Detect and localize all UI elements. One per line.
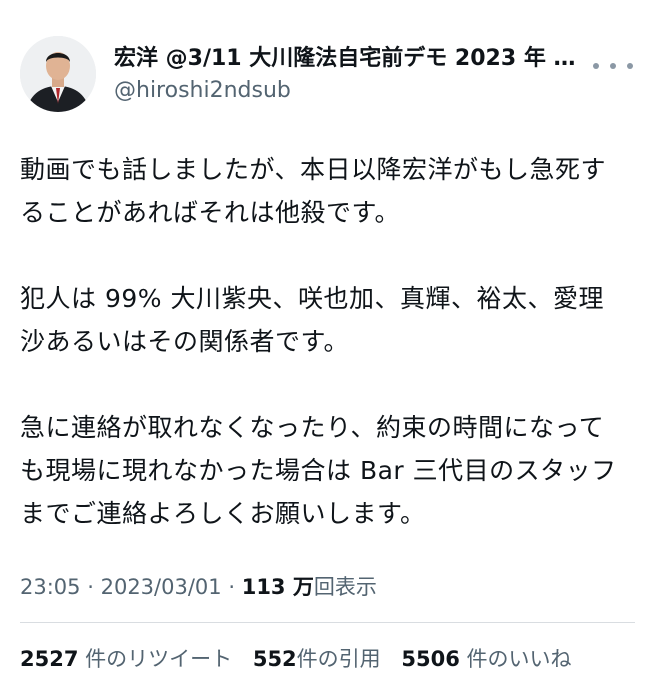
likes-label: 件のいいね (466, 647, 572, 671)
display-name[interactable]: 宏洋 @3/11 大川隆法自宅前デモ 2023 年 4... (114, 44, 584, 74)
tweet-line: 動画でも話しましたが、本日以降宏洋がもし急死す (20, 155, 607, 184)
tweet-card: 宏洋 @3/11 大川隆法自宅前デモ 2023 年 4... @hiroshi2… (0, 0, 655, 686)
more-dot (610, 63, 616, 69)
more-dot (593, 63, 599, 69)
tweet-paragraph: 急に連絡が取れなくなったり、約束の時間になって も現場に現れなかった場合は Ba… (20, 406, 640, 535)
quotes-stat[interactable]: 552件の引用 (253, 647, 381, 671)
handle[interactable]: @hiroshi2ndsub (114, 76, 584, 106)
tweet-time[interactable]: 23:05 (20, 575, 81, 599)
tweet-line: 急に連絡が取れなくなったり、約束の時間になって (20, 413, 605, 442)
engagement-stats: 2527 件のリツイート 552件の引用 5506 件のいいね (20, 644, 586, 674)
tweet-line: までご連絡よろしくお願いします。 (20, 499, 426, 528)
tweet-line: も現場に現れなかった場合は Bar 三代目のスタッフ (20, 456, 617, 485)
meta-separator: · (87, 575, 94, 599)
retweets-stat[interactable]: 2527 件のリツイート (20, 647, 232, 671)
tweet-paragraph: 動画でも話しましたが、本日以降宏洋がもし急死す ることがあればそれは他殺です。 (20, 148, 640, 234)
author-info: 宏洋 @3/11 大川隆法自宅前デモ 2023 年 4... @hiroshi2… (114, 44, 584, 106)
tweet-date[interactable]: 2023/03/01 (101, 575, 222, 599)
views-count: 113 万 (241, 575, 314, 599)
tweet-text: 動画でも話しましたが、本日以降宏洋がもし急死す ることがあればそれは他殺です。 … (20, 148, 640, 535)
more-horizontal-icon[interactable] (593, 54, 633, 78)
tweet-header: 宏洋 @3/11 大川隆法自宅前デモ 2023 年 4... @hiroshi2… (20, 36, 635, 112)
tweet-paragraph: 犯人は 99% 大川紫央、咲也加、真輝、裕太、愛理 沙あるいはその関係者です。 (20, 277, 640, 363)
avatar[interactable] (20, 36, 96, 112)
quotes-count: 552 (252, 647, 297, 671)
avatar-image (20, 36, 96, 112)
tweet-line: 沙あるいはその関係者です。 (20, 327, 350, 356)
likes-count: 5506 (401, 647, 460, 671)
tweet-line: 犯人は 99% 大川紫央、咲也加、真輝、裕太、愛理 (20, 284, 604, 313)
quotes-label: 件の引用 (296, 647, 381, 671)
retweets-count: 2527 (20, 647, 79, 671)
tweet-meta: 23:05 · 2023/03/01 · 113 万回表示 (20, 572, 377, 602)
more-dot (627, 63, 633, 69)
tweet-line: ることがあればそれは他殺です。 (20, 198, 401, 227)
likes-stat[interactable]: 5506 件のいいね (401, 647, 571, 671)
divider (20, 622, 635, 623)
views-label: 回表示 (313, 575, 377, 599)
retweets-label: 件のリツイート (85, 647, 233, 671)
meta-separator: · (228, 575, 236, 599)
